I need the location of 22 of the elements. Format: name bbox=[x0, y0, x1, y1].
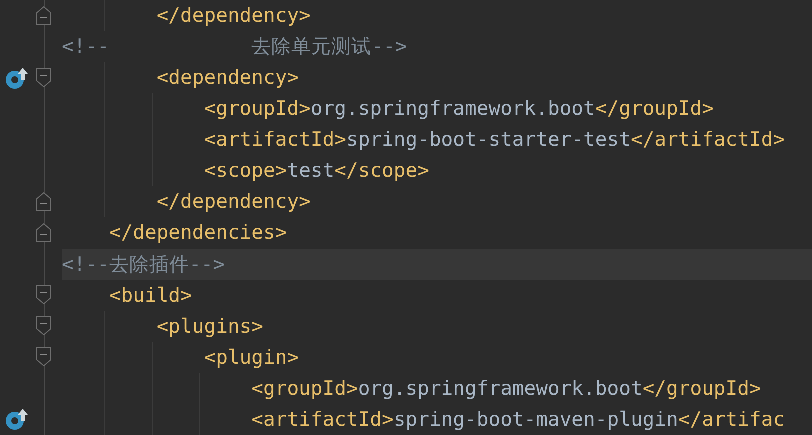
fold-icon[interactable] bbox=[36, 316, 52, 336]
code-line: <groupId>org.springframework.boot</groupId> bbox=[62, 93, 812, 124]
fold-icon[interactable] bbox=[36, 6, 52, 26]
code-line: <build> bbox=[108, 282, 194, 309]
fold-icon[interactable] bbox=[36, 285, 52, 306]
code-line: <!-- 去除单元测试--> bbox=[62, 34, 408, 60]
fold-icon[interactable] bbox=[36, 347, 52, 368]
fold-icon[interactable] bbox=[36, 192, 52, 212]
fold-icon[interactable] bbox=[36, 68, 52, 88]
circle-arrow-icon[interactable] bbox=[5, 66, 31, 90]
code-line: <artifactId>spring-boot-maven-plugin</artifac bbox=[62, 404, 812, 435]
fold-icon[interactable] bbox=[36, 222, 52, 243]
circle-arrow-icon[interactable] bbox=[5, 407, 31, 432]
code-line: </dependency> bbox=[62, 186, 812, 218]
code-line: <groupId>org.springframework.boot</groupId> bbox=[62, 372, 812, 404]
code-line: </dependencies> bbox=[108, 220, 288, 246]
code-line: <artifactId>spring-boot-starter-test</artifactId> bbox=[62, 124, 812, 156]
code-line: <plugin> bbox=[62, 342, 812, 373]
code-line: </dependency> bbox=[62, 0, 812, 32]
code-line: <scope>test</scope> bbox=[62, 155, 812, 186]
code-line: <plugins> bbox=[62, 310, 812, 342]
code-line: <dependency> bbox=[62, 62, 812, 94]
